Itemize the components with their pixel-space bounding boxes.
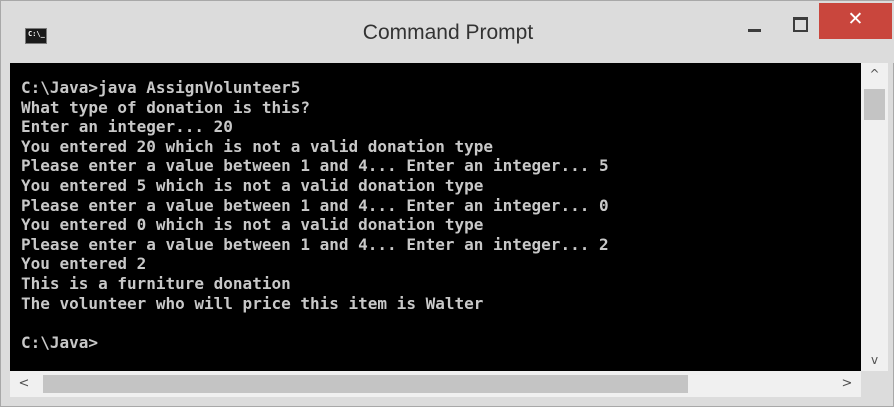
scroll-down-arrow-icon[interactable]: v — [861, 349, 888, 371]
maximize-icon — [793, 17, 808, 32]
console-line: You entered 20 which is not a valid dona… — [21, 136, 494, 156]
console-line: You entered 5 which is not a valid donat… — [21, 175, 484, 195]
minimize-icon — [748, 29, 761, 32]
console-line: What type of donation is this? — [21, 97, 310, 117]
horizontal-scrollbar[interactable]: < > — [10, 371, 861, 397]
console-line: You entered 2 — [21, 254, 147, 274]
resize-corner — [861, 371, 888, 397]
horizontal-scroll-thumb[interactable] — [43, 375, 688, 393]
console-line: C:\Java>java AssignVolunteer5 — [21, 78, 301, 97]
console-line: Enter an integer... 20 — [21, 117, 233, 137]
scroll-left-arrow-icon[interactable]: < — [10, 371, 38, 397]
console-line: The volunteer who will price this item i… — [21, 293, 484, 313]
console-line: Please enter a value between 1 and 4... … — [21, 156, 609, 176]
title-bar[interactable]: C:\_ Command Prompt ✕ — [1, 1, 894, 63]
minimize-button[interactable] — [738, 5, 772, 41]
console-line: Please enter a value between 1 and 4... … — [21, 234, 609, 254]
scroll-up-arrow-icon[interactable]: ^ — [861, 63, 888, 85]
console-output-area[interactable]: C:\Java>java AssignVolunteer5 What type o… — [10, 63, 861, 371]
scroll-right-arrow-icon[interactable]: > — [833, 371, 861, 397]
console-text: C:\Java>java AssignVolunteer5 What type o… — [21, 78, 609, 352]
console-line: You entered 0 which is not a valid donat… — [21, 215, 484, 235]
command-prompt-window: C:\_ Command Prompt ✕ C:\Java>java Assig… — [0, 0, 894, 407]
close-button[interactable]: ✕ — [819, 3, 892, 39]
console-prompt-line: C:\Java> — [21, 332, 99, 352]
console-line: Please enter a value between 1 and 4... … — [21, 195, 609, 215]
vertical-scrollbar[interactable]: ^ v — [861, 63, 888, 371]
maximize-button[interactable] — [783, 5, 817, 41]
console-line: This is a furniture donation — [21, 273, 291, 293]
vertical-scroll-thumb[interactable] — [864, 89, 885, 120]
close-icon: ✕ — [847, 8, 864, 30]
